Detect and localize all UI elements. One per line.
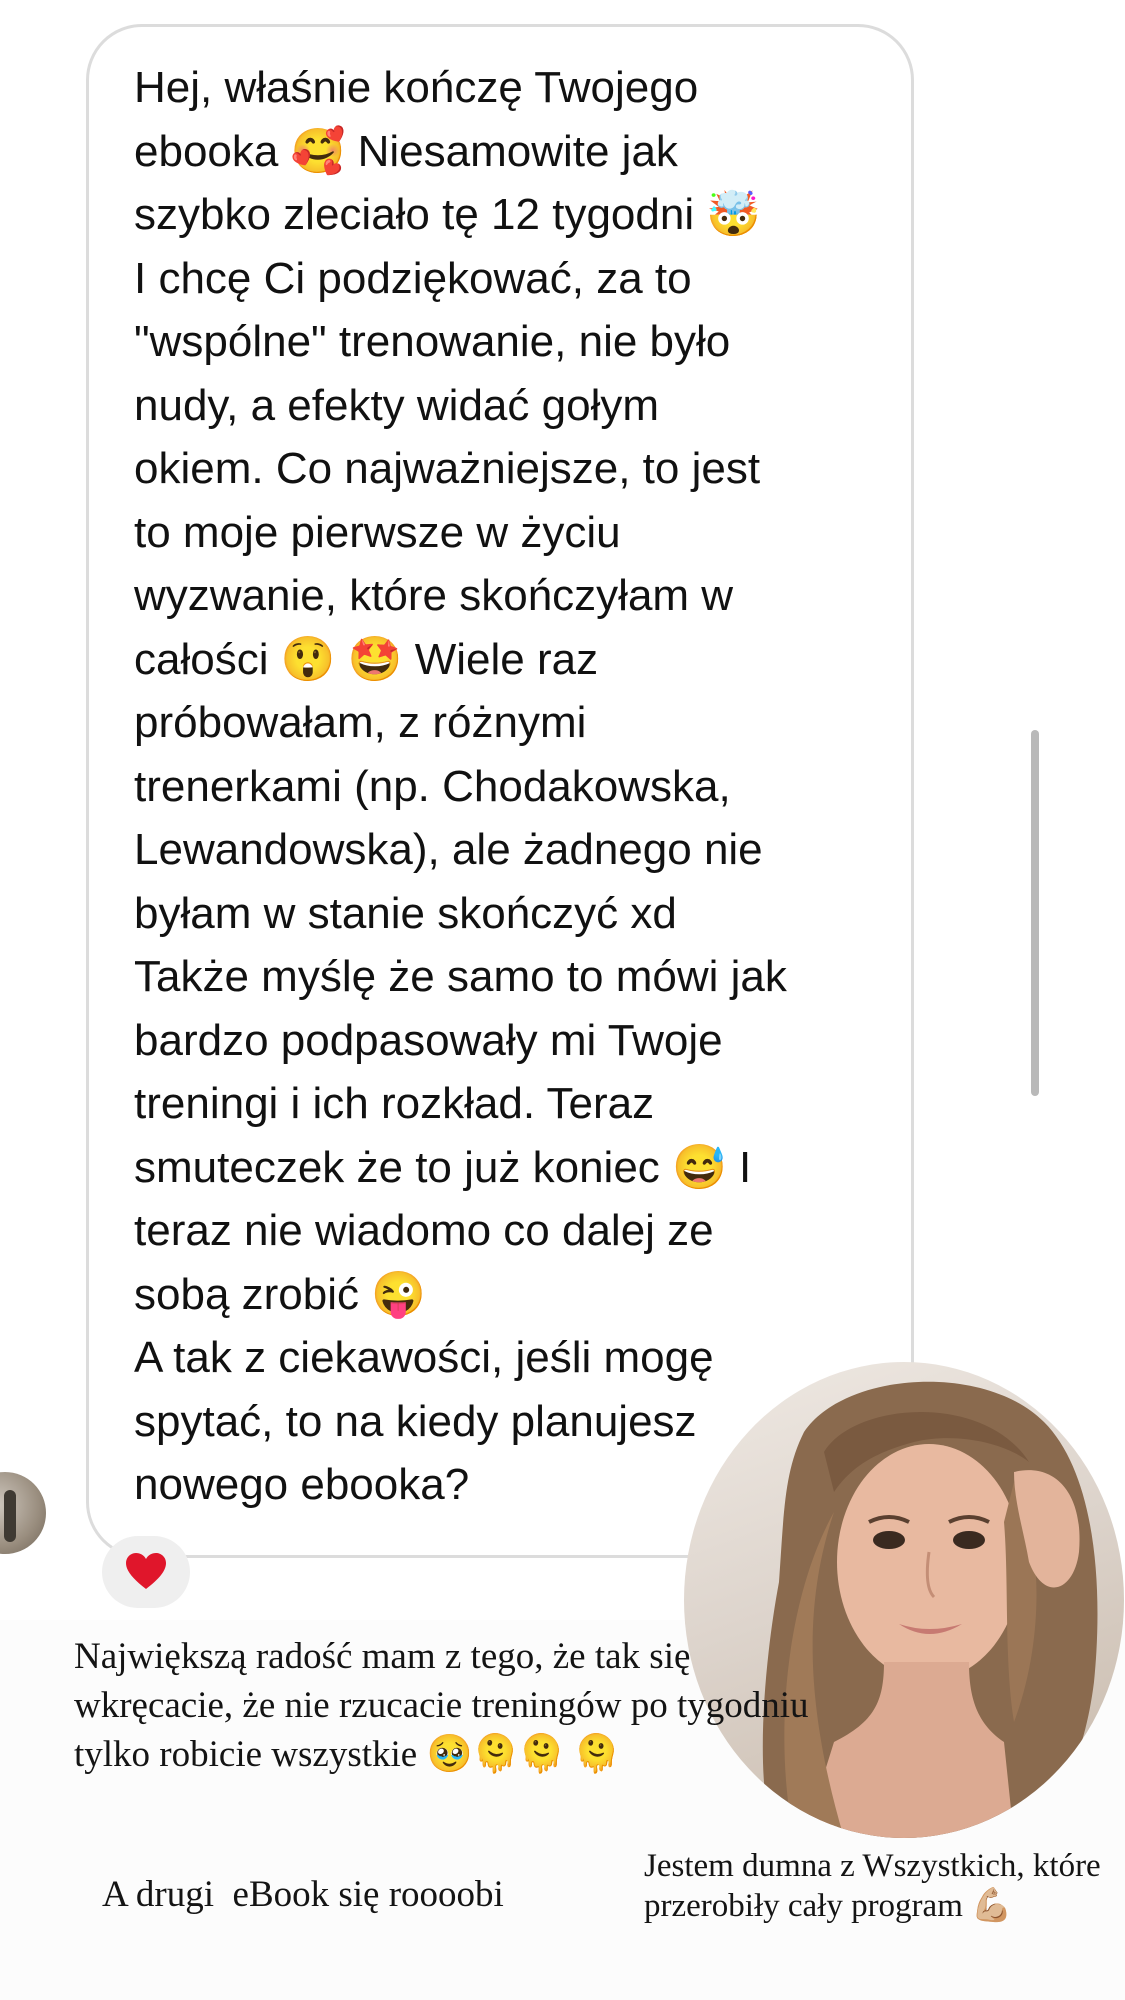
message-text: Hej, właśnie kończę Twojego ebooka 🥰 Nie… — [134, 63, 787, 1509]
heart-icon — [126, 1553, 166, 1589]
caption-third: Jestem dumna z Wszystkich, które przerob… — [644, 1848, 1101, 1924]
caption-main: Największą radość mam z tego, że tak się… — [74, 1636, 809, 1775]
sender-avatar[interactable] — [0, 1472, 46, 1554]
heart-reaction[interactable] — [102, 1536, 190, 1608]
avatar-figure — [4, 1490, 16, 1542]
caption-second: A drugi eBook się roooobi — [102, 1874, 504, 1915]
scrollbar[interactable] — [1031, 730, 1039, 1096]
